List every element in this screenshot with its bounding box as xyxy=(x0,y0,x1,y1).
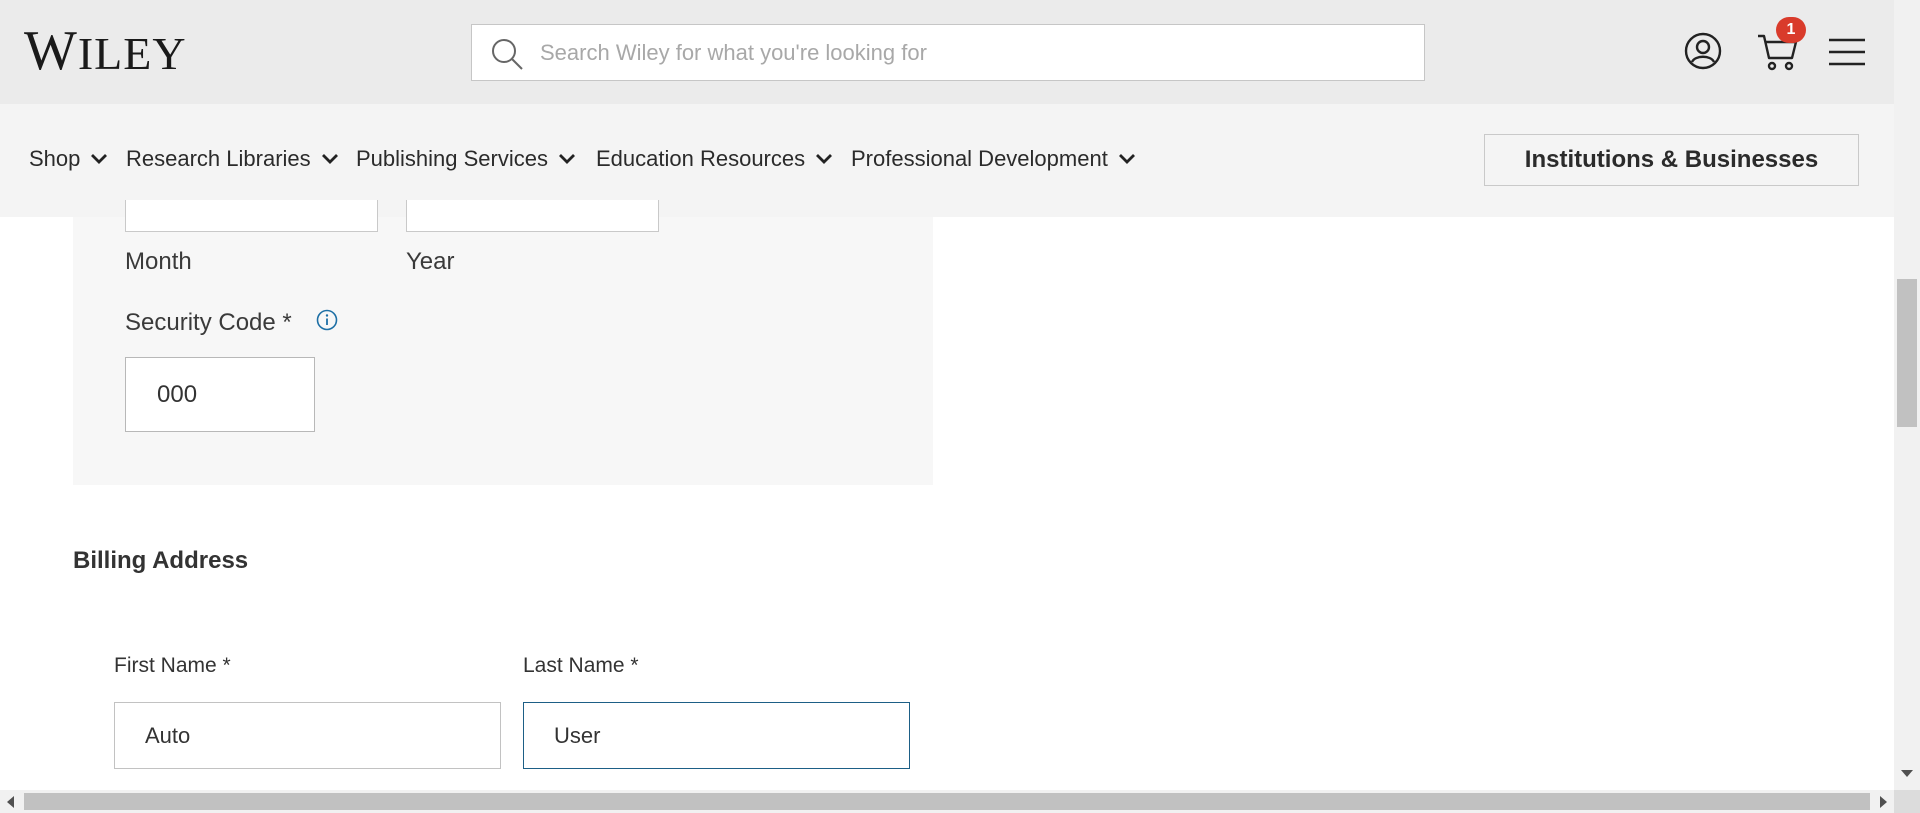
nav-item-professional-development[interactable]: Professional Development xyxy=(851,146,1136,172)
vertical-scrollbar-thumb[interactable] xyxy=(1897,279,1917,427)
scrollbar-corner xyxy=(1894,790,1920,813)
security-code-input[interactable] xyxy=(125,357,315,432)
chevron-down-icon xyxy=(558,154,575,164)
info-icon[interactable] xyxy=(315,308,339,332)
chevron-down-icon xyxy=(91,154,108,164)
billing-address-title: Billing Address xyxy=(73,547,249,574)
chevron-down-icon xyxy=(1118,154,1135,164)
search-input[interactable] xyxy=(540,25,1410,80)
first-name-input[interactable] xyxy=(114,702,501,769)
nav-item-education-resources[interactable]: Education Resources xyxy=(596,146,833,172)
scroll-down-arrow-icon[interactable] xyxy=(1901,770,1913,777)
scroll-left-arrow-icon[interactable] xyxy=(7,796,14,808)
first-name-label: First Name * xyxy=(114,654,231,677)
search-bar xyxy=(471,24,1425,81)
last-name-label: Last Name * xyxy=(523,654,639,677)
last-name-input[interactable] xyxy=(523,702,910,769)
expiry-month-select[interactable] xyxy=(125,200,378,232)
nav-item-research-libraries[interactable]: Research Libraries xyxy=(126,146,339,172)
account-icon[interactable] xyxy=(1684,32,1722,70)
month-label: Month xyxy=(125,248,192,275)
wiley-logo[interactable]: WILEY xyxy=(24,23,187,80)
expiry-year-select[interactable] xyxy=(406,200,659,232)
chevron-down-icon xyxy=(816,154,833,164)
year-label: Year xyxy=(406,248,455,275)
nav-item-shop[interactable]: Shop xyxy=(29,146,108,172)
payment-panel xyxy=(73,217,933,485)
hamburger-menu-icon[interactable] xyxy=(1828,37,1866,67)
cart-count-badge: 1 xyxy=(1776,17,1806,43)
scroll-right-arrow-icon[interactable] xyxy=(1880,796,1887,808)
security-code-label: Security Code * xyxy=(125,309,292,336)
search-icon[interactable] xyxy=(490,37,524,71)
horizontal-scrollbar-thumb[interactable] xyxy=(24,793,1870,810)
chevron-down-icon xyxy=(321,154,338,164)
nav-item-publishing-services[interactable]: Publishing Services xyxy=(356,146,576,172)
institutions-businesses-button[interactable]: Institutions & Businesses xyxy=(1484,134,1859,186)
